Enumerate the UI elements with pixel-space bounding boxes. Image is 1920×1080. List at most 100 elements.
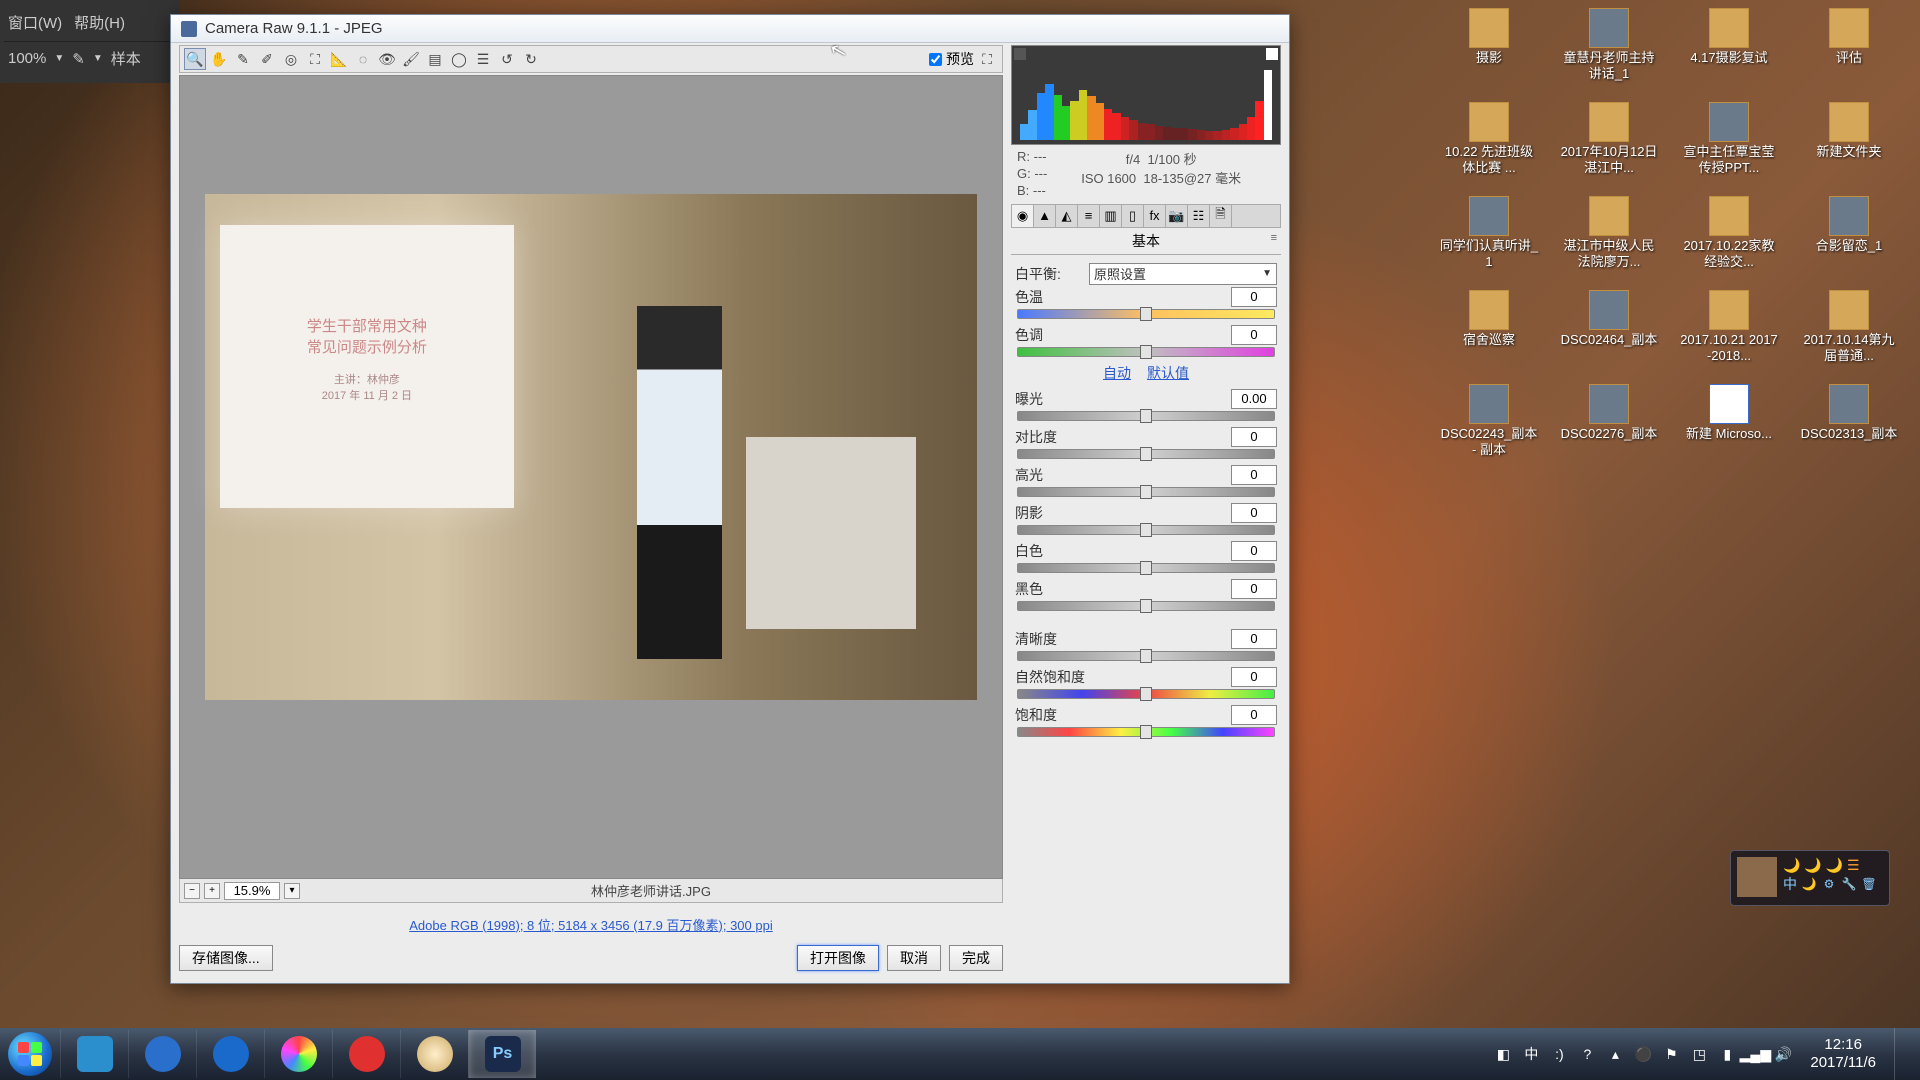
tray-icon[interactable]: ◧ [1494,1045,1512,1063]
rotate-cw-icon[interactable]: ↻ [520,48,542,70]
wb-select[interactable]: 原照设置▼ [1089,263,1277,285]
desktop-icon[interactable]: 2017.10.21 2017-2018... [1674,290,1784,380]
tray-flag-icon[interactable]: ⚑ [1662,1045,1680,1063]
contrast-slider[interactable] [1017,449,1275,459]
temp-slider[interactable] [1017,309,1275,319]
default-link[interactable]: 默认值 [1147,363,1189,383]
taskbar-app-3[interactable] [196,1030,264,1078]
vibrance-slider[interactable] [1017,689,1275,699]
tray-volume-icon[interactable]: 🔊 [1774,1045,1792,1063]
ps-brush-icon[interactable]: ✎ [72,50,85,68]
saturation-input[interactable] [1231,705,1277,725]
tab-split-icon[interactable]: ▥ [1100,205,1122,227]
desktop-icon[interactable]: 新建文件夹 [1794,102,1904,192]
zoom-tool-icon[interactable]: 🔍 [184,48,206,70]
tray-ime-mode-icon[interactable]: :) [1550,1045,1568,1063]
tab-hsl-icon[interactable]: ≡ [1078,205,1100,227]
done-button[interactable]: 完成 [949,945,1003,971]
tray-app-icon[interactable]: ◳ [1690,1045,1708,1063]
highlights-input[interactable] [1231,465,1277,485]
preview-canvas[interactable]: 学生干部常用文种 常见问题示例分析 主讲：林仲彦 2017 年 11 月 2 日 [179,75,1003,879]
clarity-input[interactable] [1231,629,1277,649]
color-sampler-icon[interactable]: ✐ [256,48,278,70]
tint-input[interactable] [1231,325,1277,345]
tab-basic-icon[interactable]: ◉ [1012,205,1034,227]
zoom-out-icon[interactable]: − [184,883,200,899]
auto-link[interactable]: 自动 [1103,363,1131,383]
desktop-gadget[interactable]: 🌙 🌙 🌙 ☰ 中 🌙⚙🔧🗑 [1730,850,1890,906]
tray-chevron-icon[interactable]: ▴ [1606,1045,1624,1063]
temp-input[interactable] [1231,287,1277,307]
menu-help[interactable]: 帮助(H) [74,12,125,33]
highlights-slider[interactable] [1017,487,1275,497]
taskbar-app-4[interactable] [264,1030,332,1078]
taskbar-photoshop[interactable]: Ps [468,1030,536,1078]
tray-help-icon[interactable]: ? [1578,1045,1596,1063]
preview-checkbox[interactable]: 预览 [929,49,974,69]
exposure-slider[interactable] [1017,411,1275,421]
desktop-icon[interactable]: 同学们认真听讲_1 [1434,196,1544,286]
desktop-icon[interactable]: 合影留恋_1 [1794,196,1904,286]
zoom-dropdown-icon[interactable]: ▾ [284,883,300,899]
white-balance-tool-icon[interactable]: ✎ [232,48,254,70]
tab-presets-icon[interactable]: ☷ [1188,205,1210,227]
zoom-value[interactable]: 15.9% [224,882,280,900]
graduated-filter-icon[interactable]: ▤ [424,48,446,70]
zoom-in-icon[interactable]: + [204,883,220,899]
taskbar-clock[interactable]: 12:162017/11/6 [1802,1036,1884,1072]
open-image-button[interactable]: 打开图像 [797,945,879,971]
highlight-clip-icon[interactable] [1266,48,1278,60]
desktop-icon[interactable]: 2017.10.22家教经验交... [1674,196,1784,286]
taskbar-app-6[interactable] [400,1030,468,1078]
tab-detail-icon[interactable]: ◭ [1056,205,1078,227]
desktop-icon[interactable]: 2017.10.14第九届普通... [1794,290,1904,380]
target-adjust-icon[interactable]: ◎ [280,48,302,70]
contrast-input[interactable] [1231,427,1277,447]
adjustment-brush-icon[interactable]: 🖌 [400,48,422,70]
whites-slider[interactable] [1017,563,1275,573]
tray-battery-icon[interactable]: ▮ [1718,1045,1736,1063]
taskbar-app-1[interactable] [60,1030,128,1078]
preferences-icon[interactable]: ☰ [472,48,494,70]
tab-lens-icon[interactable]: ▯ [1122,205,1144,227]
vibrance-input[interactable] [1231,667,1277,687]
saturation-slider[interactable] [1017,727,1275,737]
tray-ime[interactable]: 中 [1522,1045,1540,1063]
desktop-icon[interactable]: 童慧丹老师主持讲话_1 [1554,8,1664,98]
tab-curve-icon[interactable]: ▲ [1034,205,1056,227]
show-desktop-button[interactable] [1894,1028,1912,1080]
tab-camera-icon[interactable]: 📷 [1166,205,1188,227]
tray-network-icon[interactable]: ▂▄▆ [1746,1045,1764,1063]
histogram[interactable] [1011,45,1281,145]
taskbar-app-5[interactable] [332,1030,400,1078]
tab-snapshots-icon[interactable]: 🗎 [1210,205,1232,227]
workflow-options-link[interactable]: Adobe RGB (1998); 8 位; 5184 x 3456 (17.9… [409,915,772,934]
crop-tool-icon[interactable]: ⛶ [304,48,326,70]
save-image-button[interactable]: 存储图像... [179,945,273,971]
blacks-slider[interactable] [1017,601,1275,611]
cancel-button[interactable]: 取消 [887,945,941,971]
desktop-icon[interactable]: DSC02313_副本 [1794,384,1904,474]
desktop-icon[interactable]: DSC02464_副本 [1554,290,1664,380]
clarity-slider[interactable] [1017,651,1275,661]
tab-fx-icon[interactable]: fx [1144,205,1166,227]
rotate-ccw-icon[interactable]: ↺ [496,48,518,70]
whites-input[interactable] [1231,541,1277,561]
panel-menu-icon[interactable]: ≡ [1271,232,1277,244]
fullscreen-icon[interactable]: ⛶ [976,48,998,70]
exposure-input[interactable] [1231,389,1277,409]
shadow-clip-icon[interactable] [1014,48,1026,60]
preview-checkbox-input[interactable] [929,53,942,66]
radial-filter-icon[interactable]: ◯ [448,48,470,70]
desktop-icon[interactable]: 评估 [1794,8,1904,98]
start-button[interactable] [0,1028,60,1080]
tint-slider[interactable] [1017,347,1275,357]
desktop-icon[interactable]: 新建 Microso... [1674,384,1784,474]
shadows-input[interactable] [1231,503,1277,523]
shadows-slider[interactable] [1017,525,1275,535]
tray-security-icon[interactable]: ⚫ [1634,1045,1652,1063]
desktop-icon[interactable]: 4.17摄影复试 [1674,8,1784,98]
titlebar[interactable]: Camera Raw 9.1.1 - JPEG [171,15,1289,43]
desktop-icon[interactable]: 2017年10月12日湛江中... [1554,102,1664,192]
taskbar-app-2[interactable] [128,1030,196,1078]
